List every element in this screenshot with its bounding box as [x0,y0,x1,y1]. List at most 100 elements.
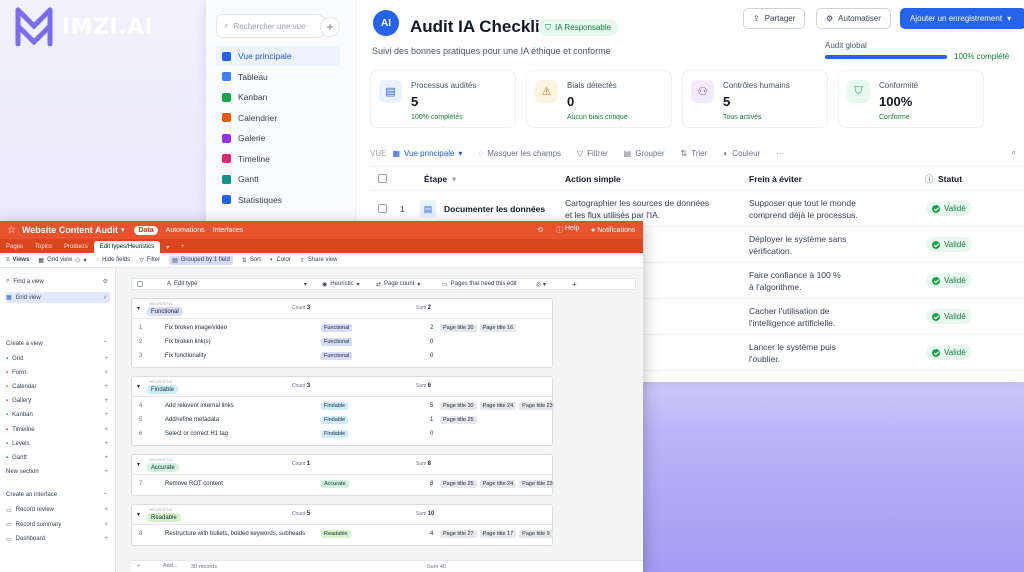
col-page-count[interactable]: ⇄ Page count ▾ [376,279,420,289]
find-view-input[interactable]: ⌕ Find a view ⚙ [6,276,110,287]
status-badge[interactable]: Validé [926,309,972,324]
sidebar-item-statistiques[interactable]: Statistiques [216,190,340,210]
plus-icon[interactable]: + [104,427,108,433]
tab-products[interactable]: Products [58,241,94,253]
col-action[interactable]: Action simple [565,167,621,190]
interface-record-review[interactable]: ▭ Record review + [6,505,110,516]
sort-button[interactable]: ⇅ Trier [681,149,708,158]
sidebar-item-vue-principale[interactable]: Vue principale [216,46,340,66]
page-tag[interactable]: Page title 30 [440,324,477,332]
plus-icon[interactable]: + [104,536,108,542]
view-select[interactable]: ▦ Vue principale ▾ [392,149,462,158]
sort-button[interactable]: ⇅ Sort [242,257,261,264]
table-row[interactable]: 2 Fix broken link(s) Functional 0 [132,335,552,349]
share-button[interactable]: ⇪ Partager [743,8,806,29]
select-all-checkbox[interactable] [137,279,143,289]
plus-icon[interactable]: + [104,507,108,513]
add-view-button[interactable]: + [320,17,340,37]
collapse-chevron-icon[interactable]: ▾ [137,383,140,390]
create-kanban[interactable]: ▪ Kanban + [6,410,110,421]
plus-icon[interactable]: + [104,412,108,418]
page-tag[interactable]: Page title 24 [479,480,517,488]
color-button[interactable]: ◐ Couleur [723,149,760,158]
nav-automations[interactable]: Automations [166,227,205,234]
nav-data[interactable]: Data [134,225,158,235]
col-statut[interactable]: Statut [938,167,962,190]
add-record-icon[interactable]: + [137,563,140,569]
base-title[interactable]: Website Content Audit [22,225,118,235]
table-row[interactable]: 3 Fix functionality Functional 0 [132,349,552,363]
col-pages-need[interactable]: ▭ Pages that need this edit [442,279,517,289]
plus-icon[interactable]: + [104,370,108,376]
search-icon[interactable]: ⌕ [1012,148,1016,158]
add-record-label[interactable]: Add... [163,563,177,569]
plus-icon[interactable]: + [104,384,108,390]
color-button[interactable]: ◐ Color [270,257,291,263]
help-button[interactable]: ⓘ Help [556,225,579,235]
tab-pages[interactable]: Pages [0,241,29,253]
plus-icon[interactable]: ✓ [103,294,108,301]
grouped-button[interactable]: ▤ Grouped by 1 field [169,255,233,265]
table-row[interactable]: 4 Add relevent internal links Findable 5 Pag… [132,399,554,413]
chevron-down-icon[interactable]: ▾ [452,167,456,190]
filter-button[interactable]: ▽ Filtrer [577,149,608,158]
create-grid[interactable]: ▪ Grid + [6,353,110,364]
col-heuristic[interactable]: ◉ Heuristic ▾ [322,279,360,289]
add-record-button[interactable]: Ajouter un enregistrement ▾ [900,8,1024,29]
table-row[interactable]: 1 Fix broken image/video Functional 2 Page t… [132,321,552,335]
group-header[interactable]: ▾ HEURISTIC Accurate Count 1 Sum 8 [132,455,552,475]
col-edit-type[interactable]: A Edit type [167,279,197,289]
chevron-down-icon[interactable]: ▾ [121,226,125,234]
group-button[interactable]: ▤ Grouper [624,149,665,158]
status-badge[interactable]: Validé [926,237,972,252]
sidebar-item-calendrier[interactable]: Calendrier [216,108,340,128]
grid-view-button[interactable]: ▦ Grid view ⚇ ▾ [38,257,86,264]
collapse-chevron-icon[interactable]: ▾ [137,305,140,312]
history-icon[interactable]: ⟲ [537,226,543,234]
table-row[interactable]: 7 Remove ROT content Accurate 8 Page title 2… [132,477,554,491]
plus-icon[interactable]: ⌃ [103,492,108,499]
page-tag[interactable]: Page title 25 [440,480,477,488]
hide-fields-button[interactable]: ◌ Masquer les champs [478,149,561,158]
status-badge[interactable]: Validé [926,345,972,360]
col-frein[interactable]: Frein à éviter [749,167,802,190]
star-icon[interactable]: ☆ [7,225,16,236]
grid-view-item[interactable]: ▦ Grid view ✓ [6,292,110,303]
collapse-chevron-icon[interactable]: ▾ [137,511,140,518]
add-table-icon[interactable]: + [175,241,191,253]
tabs-chevron-icon[interactable]: ▾ [160,241,175,253]
page-tag[interactable]: Page title 16 [479,324,517,332]
plus-icon[interactable]: + [104,455,108,461]
plus-icon[interactable]: ⚙ [103,278,108,285]
collapse-chevron-icon[interactable]: ▾ [137,461,140,468]
page-tag[interactable]: Page title 25 [440,416,477,424]
page-tag[interactable]: Page title 27 [440,530,477,538]
plus-icon[interactable]: + [104,356,108,362]
new-section[interactable]: New section + [6,467,110,478]
col-more-icon[interactable]: ◎ ▾ [536,279,546,289]
nav-interfaces[interactable]: Interfaces [213,227,244,234]
filter-button[interactable]: ▽ Filter [139,257,160,264]
create-timeline[interactable]: ▪ Timeline + [6,424,110,435]
add-field-icon[interactable]: + [572,279,577,289]
plus-icon[interactable]: ⌃ [103,340,108,347]
tab-topics[interactable]: Topics [29,241,58,253]
group-header[interactable]: ▾ HEURISTIC Readable Count 5 Sum 10 [132,505,552,525]
view-search-input[interactable]: ⌕ Rechercher une vue [216,14,324,38]
page-tag[interactable]: Page title 23 [519,402,554,410]
table-row[interactable]: 6 Select or correct H1 tag Findable 0 [132,427,552,441]
status-badge[interactable]: Validé [926,273,972,288]
col-edit-type-menu-icon[interactable]: ▾ [304,279,307,289]
create-gallery[interactable]: ▪ Gallery + [6,396,110,407]
create-levels[interactable]: ▪ Levels + [6,438,110,449]
page-tag[interactable]: Page title 30 [440,402,477,410]
plus-icon[interactable]: + [104,522,108,528]
table-row[interactable]: 8 Restructure with bullets, bolded keywor… [132,527,553,541]
page-tag[interactable]: Page title 24 [479,402,517,410]
views-button[interactable]: ≡ Views [6,257,29,263]
page-tag[interactable]: Page title 9 [519,530,553,538]
tab-edit-types[interactable]: Edit types/Heuristics [93,241,161,253]
sidebar-item-timeline[interactable]: Timeline [216,149,340,169]
group-header[interactable]: ▾ HEURISTIC Findable Count 3 Sum 6 [132,377,552,397]
plus-icon[interactable]: + [104,398,108,404]
